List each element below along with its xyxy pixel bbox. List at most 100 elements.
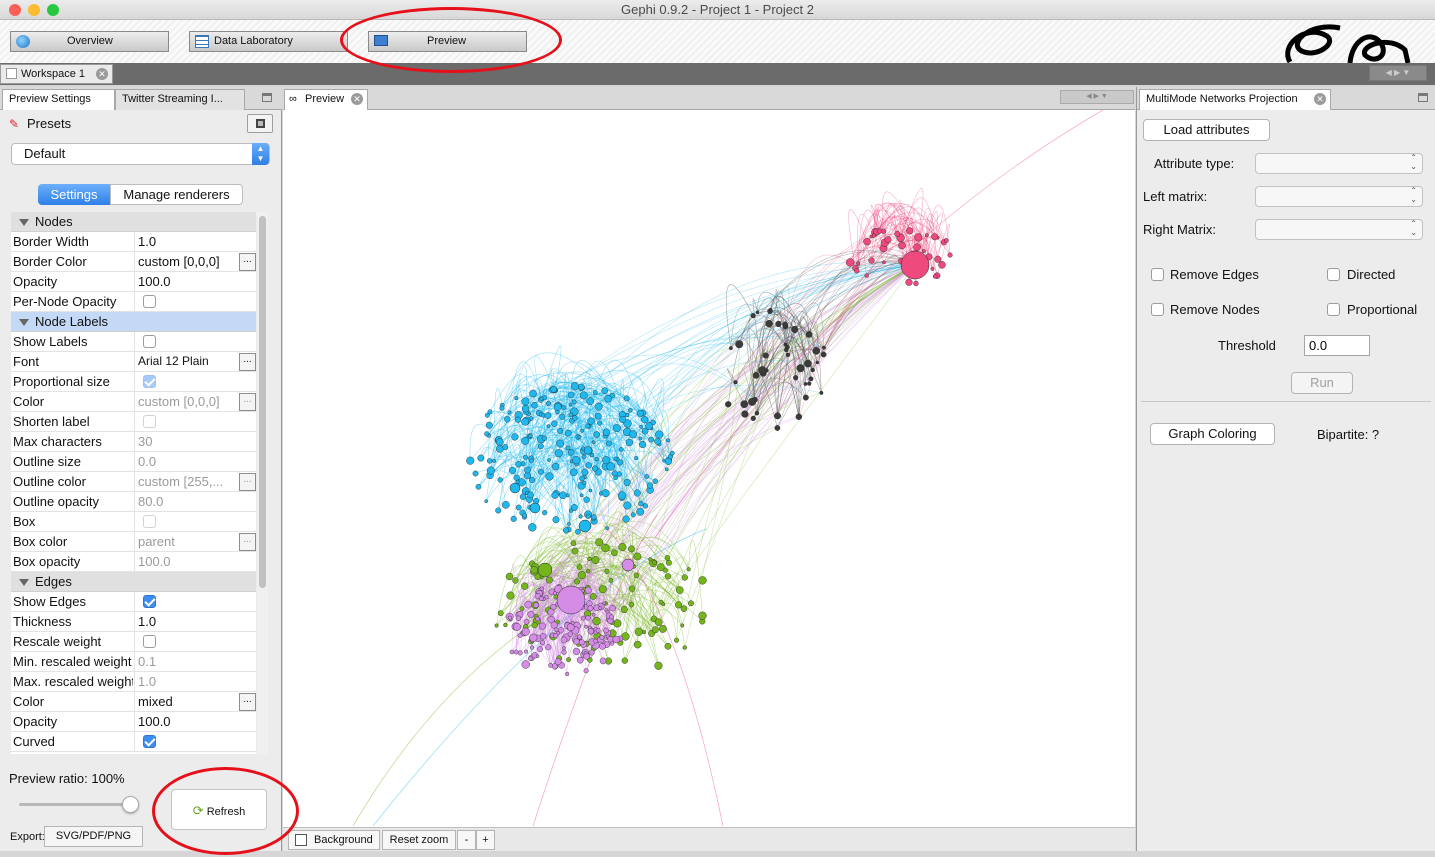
property-scrollbar[interactable] — [257, 212, 268, 754]
property-checkbox[interactable] — [143, 335, 156, 348]
property-row[interactable]: Box — [11, 512, 256, 532]
property-value[interactable]: 0.1 — [134, 652, 256, 672]
property-value[interactable]: 100.0 — [134, 712, 256, 732]
property-checkbox[interactable] — [143, 375, 156, 388]
property-value[interactable]: custom [255,...... — [134, 472, 256, 492]
property-value[interactable]: custom [0,0,0]... — [134, 392, 256, 412]
property-value[interactable]: 1.0 — [134, 232, 256, 252]
network-graph-preview[interactable] — [283, 110, 1135, 826]
property-value[interactable]: 1.0 — [134, 672, 256, 692]
property-row[interactable]: Color custom [0,0,0]... — [11, 392, 256, 412]
property-value[interactable]: mixed... — [134, 692, 256, 712]
property-value[interactable] — [134, 732, 256, 752]
preview-ratio-slider-knob[interactable] — [122, 796, 139, 813]
property-value[interactable]: 0.0 — [134, 452, 256, 472]
tab-multimode-networks-projection[interactable]: MultiMode Networks Projection ✕ — [1139, 89, 1331, 110]
property-row[interactable]: Show Edges — [11, 592, 256, 612]
scrollbar-thumb[interactable] — [259, 216, 266, 588]
property-checkbox[interactable] — [143, 595, 156, 608]
ellipsis-button[interactable]: ... — [239, 533, 256, 551]
property-value[interactable] — [134, 592, 256, 612]
property-row[interactable]: Outline size 0.0 — [11, 452, 256, 472]
tab-twitter-streaming[interactable]: Twitter Streaming I... — [115, 89, 245, 110]
tab-settings[interactable]: Settings — [38, 184, 110, 205]
property-row[interactable]: Box color parent... — [11, 532, 256, 552]
property-row[interactable]: Rescale weight — [11, 632, 256, 652]
ellipsis-button[interactable]: ... — [239, 473, 256, 491]
property-row[interactable]: Min. rescaled weight 0.1 — [11, 652, 256, 672]
property-value[interactable]: 30 — [134, 432, 256, 452]
property-row[interactable]: Show Labels — [11, 332, 256, 352]
right-matrix-select[interactable] — [1255, 219, 1423, 240]
zoom-in-button[interactable]: + — [476, 830, 495, 850]
graph-coloring-button[interactable]: Graph Coloring — [1150, 423, 1275, 445]
property-value[interactable]: custom [0,0,0]... — [134, 252, 256, 272]
background-toggle[interactable]: Background — [288, 830, 380, 850]
tab-manage-renderers[interactable]: Manage renderers — [110, 184, 243, 205]
close-icon[interactable]: ✕ — [96, 68, 108, 80]
property-value[interactable] — [134, 632, 256, 652]
property-section-header[interactable]: Edges — [11, 572, 256, 592]
left-matrix-select[interactable] — [1255, 186, 1423, 207]
property-row[interactable]: Outline opacity 80.0 — [11, 492, 256, 512]
property-checkbox[interactable] — [143, 735, 156, 748]
property-row[interactable]: Curved — [11, 732, 256, 752]
directed-checkbox[interactable] — [1327, 268, 1340, 281]
run-button[interactable]: Run — [1291, 372, 1353, 394]
property-value[interactable] — [134, 512, 256, 532]
preset-select[interactable]: Default ▲ ▼ — [11, 143, 270, 165]
workspace-nav-arrows[interactable]: ◀ ▶ ▼ — [1369, 65, 1427, 81]
attribute-type-select[interactable] — [1255, 153, 1423, 174]
load-attributes-button[interactable]: Load attributes — [1143, 119, 1270, 141]
property-value[interactable] — [134, 412, 256, 432]
zoom-out-button[interactable]: - — [457, 830, 476, 850]
zoom-window-button[interactable] — [47, 4, 59, 16]
reset-zoom-button[interactable]: Reset zoom — [382, 830, 456, 850]
minimize-panel-icon[interactable] — [262, 93, 272, 102]
close-window-button[interactable] — [9, 4, 21, 16]
save-preset-button[interactable] — [247, 114, 273, 133]
property-value[interactable]: 1.0 — [134, 612, 256, 632]
workspace-tab[interactable]: Workspace 1 ✕ — [0, 64, 113, 84]
minimize-window-button[interactable] — [28, 4, 40, 16]
property-row[interactable]: Max characters 30 — [11, 432, 256, 452]
ellipsis-button[interactable]: ... — [239, 353, 256, 371]
property-section-header[interactable]: Nodes — [11, 212, 256, 232]
proportional-checkbox[interactable] — [1327, 303, 1340, 316]
close-icon[interactable]: ✕ — [351, 93, 363, 105]
export-svg-pdf-png-button[interactable]: SVG/PDF/PNG — [44, 826, 143, 847]
property-row[interactable]: Color mixed... — [11, 692, 256, 712]
property-value[interactable]: 80.0 — [134, 492, 256, 512]
minimize-panel-icon[interactable] — [1418, 93, 1428, 102]
property-row[interactable]: Proportional size — [11, 372, 256, 392]
property-value[interactable] — [134, 372, 256, 392]
threshold-input[interactable] — [1304, 335, 1370, 356]
property-row[interactable]: Max. rescaled weight 1.0 — [11, 672, 256, 692]
property-value[interactable] — [134, 292, 256, 312]
ellipsis-button[interactable]: ... — [239, 393, 256, 411]
property-row[interactable]: Box opacity 100.0 — [11, 552, 256, 572]
property-row[interactable]: Shorten label — [11, 412, 256, 432]
property-checkbox[interactable] — [143, 415, 156, 428]
preview-ratio-slider[interactable] — [19, 803, 131, 806]
property-value[interactable]: parent... — [134, 532, 256, 552]
property-row[interactable]: Border Color custom [0,0,0]... — [11, 252, 256, 272]
property-row[interactable]: Per-Node Opacity — [11, 292, 256, 312]
property-section-header[interactable]: Node Labels — [11, 312, 256, 332]
property-value[interactable] — [134, 332, 256, 352]
property-row[interactable]: Outline color custom [255,...... — [11, 472, 256, 492]
property-row[interactable]: Thickness 1.0 — [11, 612, 256, 632]
preview-nav-arrows[interactable]: ◀ ▶ ▼ — [1060, 90, 1134, 104]
property-checkbox[interactable] — [143, 515, 156, 528]
property-row[interactable]: Opacity 100.0 — [11, 272, 256, 292]
property-value[interactable]: Arial 12 Plain... — [134, 352, 256, 372]
ellipsis-button[interactable]: ... — [239, 693, 256, 711]
remove-edges-checkbox[interactable] — [1151, 268, 1164, 281]
overview-button[interactable]: Overview — [10, 31, 169, 52]
property-value[interactable]: 100.0 — [134, 272, 256, 292]
tab-preview-settings[interactable]: Preview Settings — [2, 89, 115, 110]
property-checkbox[interactable] — [143, 635, 156, 648]
property-row[interactable]: Border Width 1.0 — [11, 232, 256, 252]
property-row[interactable]: Opacity 100.0 — [11, 712, 256, 732]
property-value[interactable]: 100.0 — [134, 552, 256, 572]
